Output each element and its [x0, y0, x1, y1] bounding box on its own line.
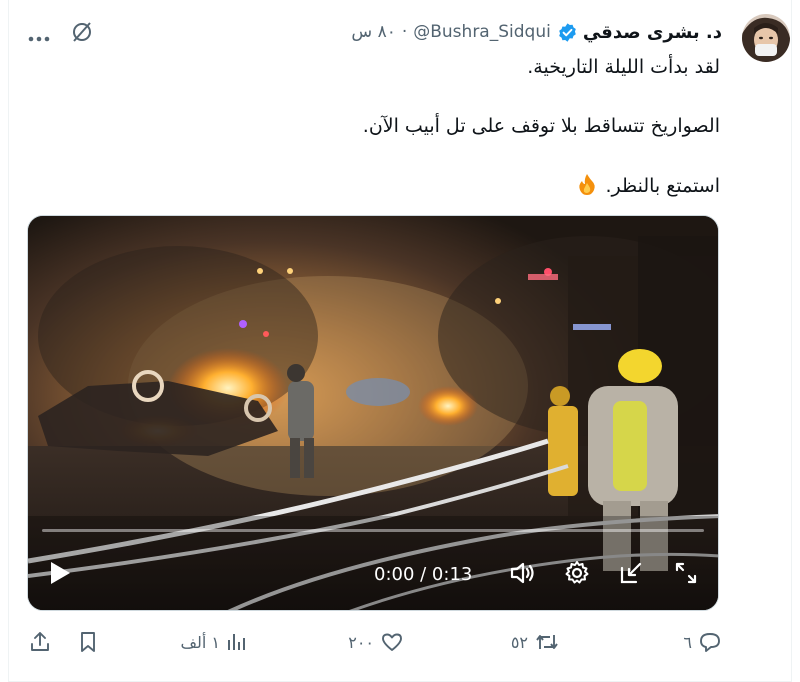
- bookmark-button[interactable]: [78, 630, 98, 654]
- bookmark-icon: [81, 632, 95, 652]
- views-chart-icon: [228, 634, 245, 650]
- settings-gear-icon[interactable]: [564, 560, 590, 590]
- separator-dot: ·: [401, 22, 408, 42]
- tweet-action-bar: ٦ ٥٢ ٢٠٠ ١ ألف: [28, 626, 720, 662]
- share-button[interactable]: [28, 630, 52, 654]
- volume-icon[interactable]: [509, 560, 537, 590]
- views-button[interactable]: ١ ألف: [180, 630, 248, 654]
- reply-icon: [700, 633, 720, 652]
- reply-button[interactable]: ٦: [683, 630, 722, 654]
- fullscreen-icon[interactable]: [673, 560, 699, 590]
- views-count: ١ ألف: [180, 632, 220, 652]
- repost-button[interactable]: ٥٢: [511, 630, 560, 654]
- video-progress-bar[interactable]: [42, 529, 704, 532]
- video-time-display: 0:00 / 0:13: [374, 564, 473, 585]
- video-controls: 0:00 / 0:13: [28, 552, 718, 598]
- picture-in-picture-icon[interactable]: [618, 560, 644, 590]
- verified-badge-icon: [557, 22, 578, 43]
- heart-icon: [382, 633, 402, 651]
- like-button[interactable]: ٢٠٠: [348, 630, 404, 654]
- fire-emoji-icon: [575, 172, 599, 196]
- play-icon[interactable]: [48, 560, 72, 590]
- video-player[interactable]: 0:00 / 0:13: [27, 215, 719, 611]
- share-icon: [31, 632, 49, 651]
- tweet-text-line-3-label: استمتع بالنظر.: [605, 175, 720, 197]
- grok-icon[interactable]: [70, 20, 94, 44]
- repost-icon: [536, 635, 558, 649]
- tweet-text-line-1: لقد بدأت الليلة التاريخية.: [527, 56, 720, 78]
- tweet-header: د. بشرى صدقي @Bushra_Sidqui · ٨٠ س: [12, 18, 722, 46]
- tweet-time[interactable]: ٨٠ س: [351, 22, 395, 42]
- tweet-text-line-3: استمتع بالنظر.: [60, 172, 720, 199]
- tweet-text-line-2: الصواريخ تتساقط بلا توقف على تل أبيب الآ…: [362, 115, 720, 137]
- like-count: ٢٠٠: [348, 632, 374, 652]
- reply-count: ٦: [683, 632, 692, 652]
- repost-count: ٥٢: [510, 632, 528, 652]
- author-handle[interactable]: @Bushra_Sidqui: [413, 22, 551, 42]
- avatar[interactable]: [742, 14, 790, 62]
- author-name[interactable]: د. بشرى صدقي: [583, 22, 722, 43]
- more-options-icon[interactable]: [28, 28, 50, 42]
